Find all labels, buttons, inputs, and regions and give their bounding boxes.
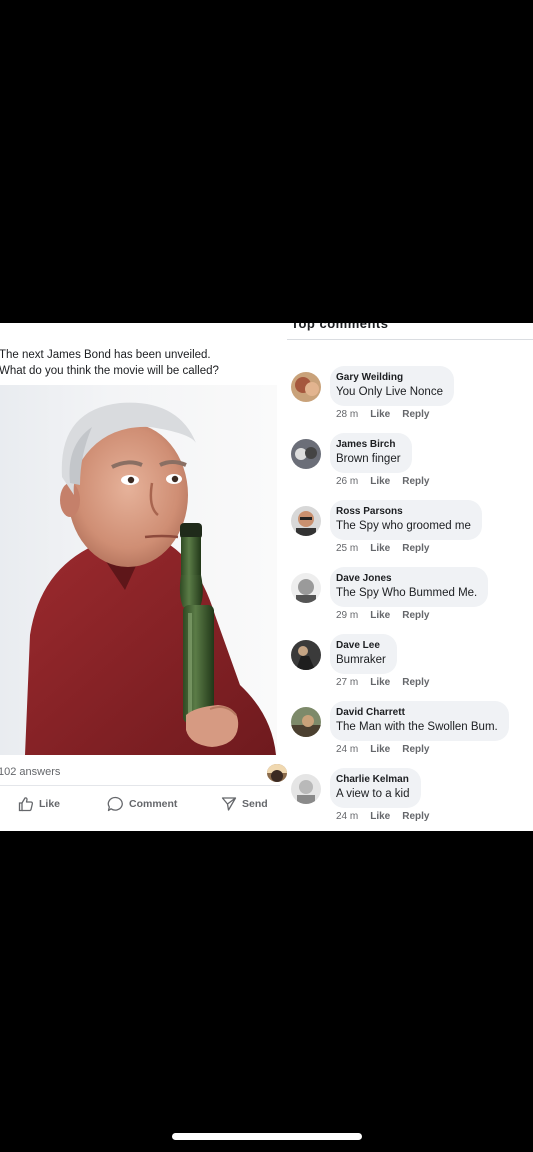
paper-plane-icon	[221, 797, 237, 811]
comment-bubble: Ross Parsons The Spy who groomed me	[330, 500, 482, 540]
comment-bubble: Dave Lee Bumraker	[330, 634, 397, 674]
comment-reply-link[interactable]: Reply	[402, 409, 429, 420]
comment-author[interactable]: Charlie Kelman	[336, 773, 410, 786]
comment-time: 24 m	[336, 811, 359, 822]
comment-like-link[interactable]: Like	[370, 744, 390, 755]
comment-item: David Charrett The Man with the Swollen …	[287, 701, 533, 768]
comment-author[interactable]: Ross Parsons	[336, 505, 471, 518]
comment-meta: 26 m Like Reply	[336, 476, 441, 487]
avatar[interactable]	[291, 640, 321, 670]
post-text-line-1: The next James Bond has been unveiled.	[0, 349, 211, 361]
like-button-label: Like	[39, 798, 61, 810]
comment-bubble: Charlie Kelman A view to a kid	[330, 768, 421, 808]
comment-reply-link[interactable]: Reply	[402, 476, 429, 487]
comment-bubble: David Charrett The Man with the Swollen …	[330, 701, 509, 741]
post-text: The next James Bond has been unveiled. W…	[0, 347, 279, 379]
comment-meta: 27 m Like Reply	[336, 677, 441, 688]
comment-author[interactable]: James Birch	[336, 438, 401, 451]
thumbs-up-icon	[18, 797, 34, 812]
send-button[interactable]: Send	[221, 796, 268, 812]
comment-text: The Spy who groomed me	[336, 520, 471, 532]
comment-item: Ross Parsons The Spy who groomed me 25 m…	[287, 500, 533, 567]
comment-item: Charlie Kelman A view to a kid 24 m Like R…	[287, 768, 533, 831]
comment-like-link[interactable]: Like	[370, 811, 390, 822]
comment-item: Dave Lee Bumraker 27 m Like Reply	[287, 634, 533, 701]
comment-item: Gary Weilding You Only Live Nonce 28 m Li…	[287, 366, 533, 433]
comment-text: Brown finger	[336, 453, 401, 465]
comment-bubble: Gary Weilding You Only Live Nonce	[330, 366, 454, 406]
comment-time: 25 m	[336, 543, 359, 554]
comment-bubble: Dave Jones The Spy Who Bummed Me.	[330, 567, 489, 607]
comment-text: The Man with the Swollen Bum.	[336, 721, 498, 733]
comment-item: Dave Jones The Spy Who Bummed Me. 29 m Li…	[287, 567, 533, 634]
comment-reply-link[interactable]: Reply	[402, 677, 429, 688]
comment-meta: 25 m Like Reply	[336, 543, 441, 554]
comment-reply-link[interactable]: Reply	[402, 610, 429, 621]
comments-panel: Top comments Gary Weilding You Only Live…	[287, 323, 533, 831]
comment-like-link[interactable]: Like	[370, 677, 390, 688]
send-button-label: Send	[242, 798, 268, 810]
speech-bubble-icon	[107, 796, 123, 812]
answers-count[interactable]: 102 answers	[0, 766, 60, 778]
avatar[interactable]	[291, 573, 321, 603]
comment-time: 28 m	[336, 409, 359, 420]
comment-reply-link[interactable]: Reply	[402, 543, 429, 554]
home-indicator[interactable]	[172, 1133, 362, 1140]
comment-meta: 24 m Like Reply	[336, 744, 441, 755]
comment-author[interactable]: Gary Weilding	[336, 371, 443, 384]
avatar[interactable]	[291, 774, 321, 804]
avatar[interactable]	[291, 372, 321, 402]
comment-time: 26 m	[336, 476, 359, 487]
comments-header: Top comments	[291, 323, 389, 331]
like-button[interactable]: Like	[18, 796, 60, 812]
comment-button-label: Comment	[129, 798, 178, 810]
comment-meta: 24 m Like Reply	[336, 811, 441, 822]
post-photo[interactable]	[0, 385, 277, 755]
comment-reply-link[interactable]: Reply	[402, 811, 429, 822]
comment-like-link[interactable]: Like	[370, 409, 390, 420]
comment-reply-link[interactable]: Reply	[402, 744, 429, 755]
avatar[interactable]	[291, 506, 321, 536]
answer-avatar	[267, 764, 287, 782]
comment-time: 24 m	[336, 744, 359, 755]
comment-text: Bumraker	[336, 654, 386, 666]
comment-like-link[interactable]: Like	[370, 476, 390, 487]
comment-button[interactable]: Comment	[107, 796, 177, 812]
comment-meta: 28 m Like Reply	[336, 409, 441, 420]
comment-meta: 29 m Like Reply	[336, 610, 441, 621]
comment-author[interactable]: Dave Lee	[336, 639, 386, 652]
divider	[287, 339, 533, 340]
avatar[interactable]	[291, 439, 321, 469]
comment-text: The Spy Who Bummed Me.	[336, 587, 478, 599]
comment-time: 29 m	[336, 610, 359, 621]
comment-author[interactable]: Dave Jones	[336, 572, 477, 585]
post-text-line-2: What do you think the movie will be call…	[0, 365, 219, 377]
comment-like-link[interactable]: Like	[370, 610, 390, 621]
screenshot-panel: The next James Bond has been unveiled. W…	[0, 323, 533, 831]
post-action-bar: Like Comment Send	[0, 785, 280, 822]
comment-item: James Birch Brown finger 26 m Like Reply	[287, 433, 533, 500]
comment-time: 27 m	[336, 677, 359, 688]
comment-text: A view to a kid	[336, 788, 410, 800]
comment-bubble: James Birch Brown finger	[330, 433, 412, 473]
man-with-bottle-illustration	[25, 402, 276, 755]
comment-like-link[interactable]: Like	[370, 543, 390, 554]
post-card: The next James Bond has been unveiled. W…	[0, 323, 288, 831]
avatar[interactable]	[291, 707, 321, 737]
comment-text: You Only Live Nonce	[336, 386, 443, 398]
comment-author[interactable]: David Charrett	[336, 706, 498, 719]
